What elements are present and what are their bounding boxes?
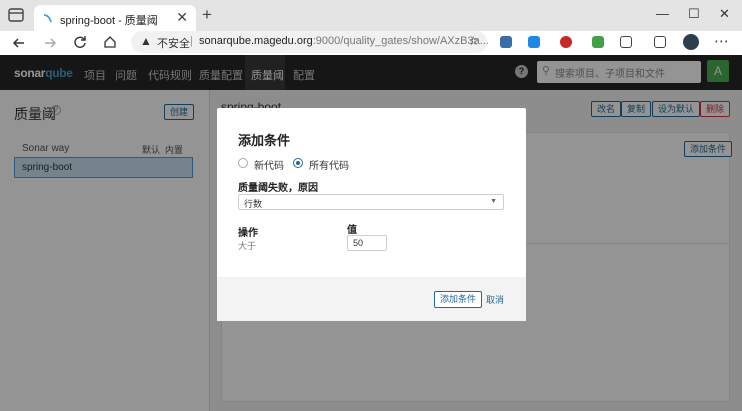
address-row: ▲ 不安全 | sonarqube.magedu.org:9000/qualit… bbox=[0, 31, 742, 55]
forward-icon[interactable] bbox=[43, 36, 57, 50]
back-icon[interactable] bbox=[12, 36, 26, 50]
threshold-value: 50 bbox=[353, 238, 364, 248]
extensions-puzzle-icon[interactable] bbox=[620, 36, 632, 48]
chevron-down-icon: ▼ bbox=[490, 198, 497, 205]
tab-bar: spring-boot - 质量阈 ✕ + — ☐ ✕ bbox=[0, 0, 742, 31]
url-separator: | bbox=[190, 35, 193, 47]
refresh-icon[interactable] bbox=[73, 35, 87, 49]
extension-green-icon[interactable] bbox=[592, 36, 604, 48]
translate-icon[interactable] bbox=[528, 36, 540, 48]
more-menu-icon[interactable]: ⋯ bbox=[714, 32, 729, 50]
url-text[interactable]: sonarqube.magedu.org:9000/quality_gates/… bbox=[199, 35, 489, 47]
radio-overall-code-label[interactable]: 所有代码 bbox=[309, 157, 349, 172]
metric-label: 质量阈失败，原因 bbox=[238, 183, 318, 194]
minimize-button[interactable]: — bbox=[656, 6, 669, 21]
home-icon[interactable] bbox=[103, 35, 117, 49]
confirm-add-condition-button[interactable]: 添加条件 bbox=[434, 291, 483, 308]
close-window-button[interactable]: ✕ bbox=[719, 6, 730, 22]
extension-icon[interactable] bbox=[500, 36, 512, 48]
not-secure-label[interactable]: 不安全 bbox=[157, 35, 190, 51]
cancel-link[interactable]: 取消 bbox=[486, 293, 504, 306]
collections-icon[interactable] bbox=[654, 36, 666, 48]
metric-value: 行数 bbox=[244, 199, 263, 209]
new-tab-button[interactable]: + bbox=[202, 5, 212, 25]
close-tab-icon[interactable]: ✕ bbox=[176, 9, 188, 26]
tab-title: spring-boot - 质量阈 bbox=[60, 15, 158, 27]
address-bar[interactable]: ▲ 不安全 | sonarqube.magedu.org:9000/qualit… bbox=[131, 31, 489, 53]
add-condition-modal: 添加条件 新代码 所有代码 质量阈失败，原因 行数 ▼ 操作 大于 值 50 添… bbox=[217, 108, 526, 321]
tab-actions-icon[interactable] bbox=[8, 8, 24, 22]
browser-tab[interactable]: spring-boot - 质量阈 ✕ bbox=[34, 5, 196, 31]
sonarqube-favicon-icon bbox=[43, 14, 52, 23]
operator-value: 大于 bbox=[238, 241, 257, 251]
modal-title: 添加条件 bbox=[238, 133, 291, 148]
value-label: 值 bbox=[347, 225, 357, 236]
radio-overall-code[interactable] bbox=[293, 158, 303, 168]
maximize-button[interactable]: ☐ bbox=[688, 6, 700, 22]
warning-icon[interactable]: ▲ bbox=[140, 34, 152, 48]
browser-window: spring-boot - 质量阈 ✕ + — ☐ ✕ ▲ 不安全 | sona… bbox=[0, 0, 742, 411]
radio-new-code-label[interactable]: 新代码 bbox=[254, 157, 284, 172]
url-path: :9000/quality_gates/show/AXzB3a... bbox=[312, 35, 489, 47]
metric-select[interactable]: 行数 ▼ bbox=[238, 194, 504, 210]
threshold-input[interactable]: 50 bbox=[347, 235, 387, 251]
extension-badge-icon[interactable] bbox=[560, 36, 572, 48]
url-host: sonarqube.magedu.org bbox=[199, 35, 313, 47]
modal-footer: 添加条件 取消 bbox=[217, 277, 526, 321]
operator-label: 操作 bbox=[238, 228, 258, 239]
favorite-star-icon[interactable]: ☆ bbox=[468, 34, 479, 48]
radio-new-code[interactable] bbox=[238, 158, 248, 168]
profile-avatar[interactable] bbox=[683, 34, 699, 50]
